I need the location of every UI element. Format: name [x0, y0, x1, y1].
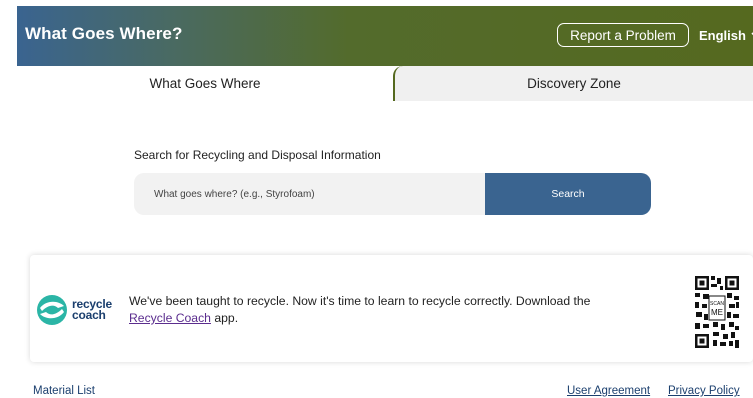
qr-caption-me: ME — [711, 308, 723, 317]
recycle-coach-banner: recycle coach We've been taught to recyc… — [30, 255, 753, 362]
logo-line-2: coach — [72, 308, 106, 322]
qr-code-icon: SCAN ME — [693, 274, 741, 350]
recycle-coach-link[interactable]: Recycle Coach — [129, 311, 211, 325]
search-input[interactable] — [134, 173, 485, 215]
search-label: Search for Recycling and Disposal Inform… — [134, 148, 381, 162]
language-label: English — [699, 28, 746, 43]
tab-what-goes-where[interactable]: What Goes Where — [17, 66, 393, 101]
promo-message: We've been taught to recycle. Now it's t… — [129, 294, 591, 308]
recycle-coach-logo: recycle coach — [36, 294, 112, 326]
app-title[interactable]: What Goes Where? — [25, 24, 182, 44]
recycle-coach-logo-icon — [37, 295, 67, 325]
language-selector[interactable]: English — [699, 28, 753, 43]
promo-suffix: app. — [210, 311, 239, 325]
recycle-coach-wordmark: recycle coach — [72, 298, 112, 322]
material-list-link[interactable]: Material List — [33, 385, 95, 397]
privacy-policy-link[interactable]: Privacy Policy — [668, 385, 740, 397]
app-header: What Goes Where? Report a Problem Englis… — [17, 6, 753, 66]
report-problem-button[interactable]: Report a Problem — [557, 23, 689, 47]
qr-caption-scan: SCAN — [710, 301, 724, 307]
search-bar: Search — [134, 173, 651, 215]
tab-discovery-zone[interactable]: Discovery Zone — [393, 66, 753, 101]
search-button[interactable]: Search — [485, 173, 651, 215]
user-agreement-link[interactable]: User Agreement — [567, 385, 650, 397]
promo-text: We've been taught to recycle. Now it's t… — [129, 293, 649, 327]
